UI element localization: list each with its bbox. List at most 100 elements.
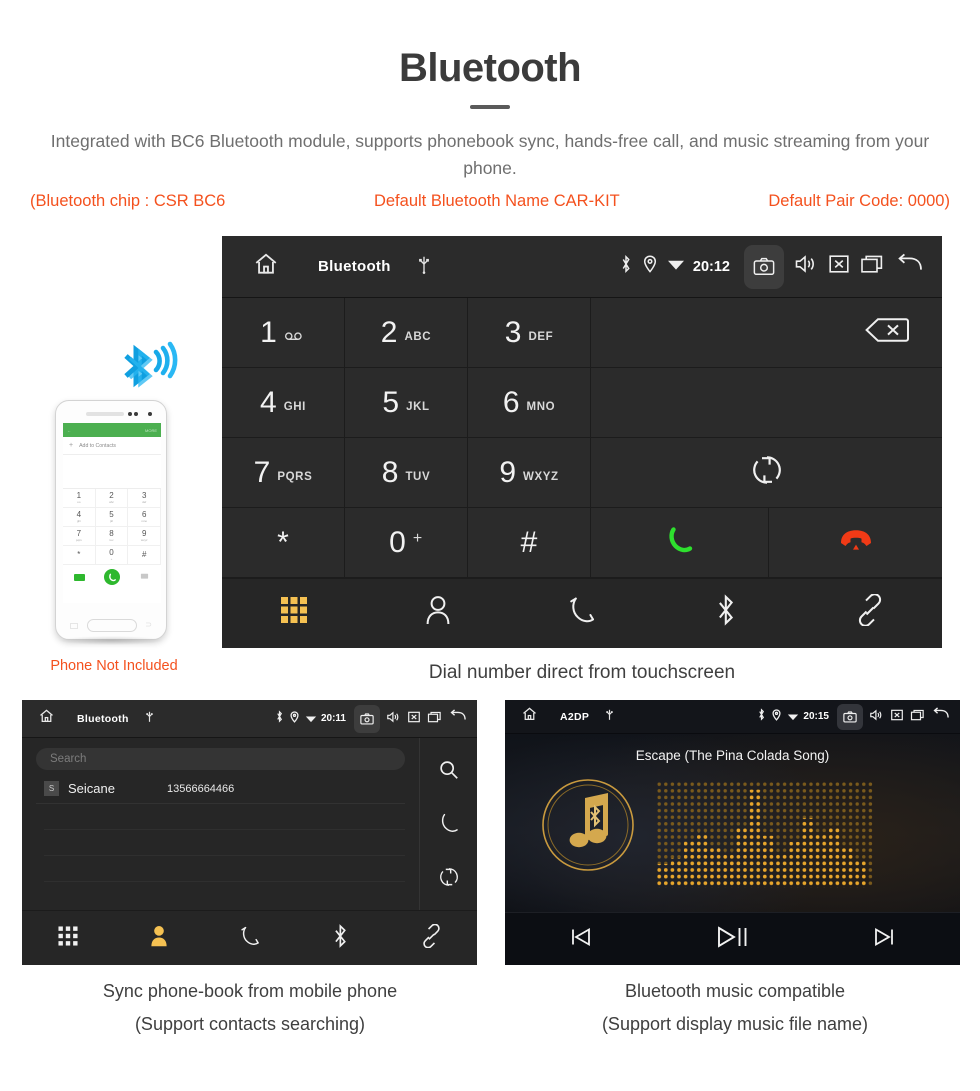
nav-keypad[interactable]	[22, 925, 113, 952]
nav-keypad[interactable]	[222, 595, 366, 630]
product-feature-page: Bluetooth Integrated with BC6 Bluetooth …	[0, 0, 980, 1091]
phone-key[interactable]: *	[63, 546, 96, 565]
phone-key-letters: tuv	[109, 538, 114, 542]
key-4[interactable]: 4 GHI	[222, 368, 345, 437]
nav-bluetooth[interactable]	[295, 923, 386, 953]
backspace-button[interactable]	[591, 298, 942, 367]
avatar: S	[44, 781, 59, 796]
sync-icon[interactable]	[438, 866, 460, 893]
next-track-icon	[871, 926, 897, 953]
key-3[interactable]: 3 DEF	[468, 298, 591, 367]
back-arrow-icon[interactable]	[894, 253, 924, 280]
phonebook-body: Search S Seicane 13566664466	[22, 738, 477, 910]
volume-icon[interactable]	[869, 708, 884, 726]
key-7[interactable]: 7 PQRS	[222, 438, 345, 507]
call-icon[interactable]	[438, 812, 460, 839]
call-button[interactable]	[591, 508, 769, 577]
keypad-row: * 0 + #	[222, 508, 942, 578]
phone-key[interactable]: 4 ghi	[63, 508, 96, 527]
recent-apps-icon[interactable]	[860, 254, 884, 279]
key-9[interactable]: 9 WXYZ	[468, 438, 591, 507]
phone-video-call-button[interactable]	[63, 573, 96, 581]
hangup-button[interactable]	[769, 508, 942, 577]
close-box-icon[interactable]	[890, 708, 904, 726]
nav-unlink[interactable]	[798, 593, 942, 631]
nav-bluetooth[interactable]	[654, 594, 798, 631]
contacts-icon	[148, 924, 170, 953]
phonebook-caption-line2: (Support contacts searching)	[134, 1014, 366, 1034]
bluetooth-icon	[332, 923, 349, 953]
phone-key[interactable]: 8 tuv	[95, 527, 129, 546]
phone-key-digit: 5	[109, 510, 114, 519]
key-0[interactable]: 0 +	[345, 508, 468, 577]
phone-key-letters: def	[142, 500, 147, 504]
phone-key[interactable]: 0 +	[95, 546, 129, 565]
phone-key[interactable]: 6 mno	[128, 508, 161, 527]
key-1[interactable]: 1	[222, 298, 345, 367]
phone-key[interactable]: 3 def	[128, 489, 161, 508]
phone-key[interactable]: 5 jkl	[95, 508, 129, 527]
key-star[interactable]: *	[222, 508, 345, 577]
recent-apps-icon[interactable]	[910, 708, 925, 726]
camera-icon[interactable]	[837, 703, 863, 730]
nav-call-history[interactable]	[204, 925, 295, 952]
call-history-icon	[567, 595, 597, 630]
key-digit: 1	[260, 315, 277, 349]
key-5[interactable]: 5 JKL	[345, 368, 468, 437]
spec-paircode: Default Pair Code: 0000)	[768, 192, 950, 210]
bluetooth-icon	[714, 594, 738, 631]
usb-icon	[605, 708, 614, 726]
wifi-icon	[667, 257, 685, 276]
recent-apps-icon[interactable]	[427, 710, 442, 728]
previous-track-button[interactable]	[505, 926, 657, 953]
call-transfer-button[interactable]	[591, 438, 942, 507]
bluetooth-icon	[757, 707, 766, 726]
nav-call-history[interactable]	[510, 595, 654, 630]
close-box-icon[interactable]	[407, 710, 421, 728]
video-call-icon	[73, 573, 85, 581]
phone-call-button[interactable]	[96, 569, 129, 585]
volume-icon[interactable]	[386, 710, 401, 728]
key-letters: ABC	[404, 331, 432, 343]
bluetooth-icon	[275, 709, 284, 728]
volume-icon[interactable]	[794, 254, 818, 279]
phone-key[interactable]: 7 pqrs	[63, 527, 96, 546]
key-8[interactable]: 8 TUV	[345, 438, 468, 507]
song-title: Escape (The Pina Colada Song)	[635, 748, 830, 763]
usb-icon	[417, 254, 431, 279]
nav-contacts[interactable]	[366, 594, 510, 631]
key-6[interactable]: 6 MNO	[468, 368, 591, 437]
unlink-icon	[853, 593, 887, 631]
key-letters: JKL	[406, 401, 430, 413]
search-input[interactable]: Search	[36, 748, 405, 770]
play-pause-button[interactable]	[657, 925, 809, 954]
key-2[interactable]: 2 ABC	[345, 298, 468, 367]
camera-icon[interactable]	[744, 244, 784, 289]
phone-key-digit: 7	[76, 529, 82, 538]
phone-key[interactable]: 2 abc	[95, 489, 129, 508]
home-icon[interactable]	[252, 251, 280, 282]
equalizer-visualizer	[657, 782, 875, 890]
home-icon[interactable]	[38, 708, 55, 729]
phone-add-contacts-row[interactable]: + Add to Contacts	[63, 437, 161, 455]
phone-key[interactable]: #	[128, 546, 161, 565]
backspace-icon	[864, 316, 910, 349]
next-track-button[interactable]	[808, 926, 960, 953]
contact-row[interactable]: S Seicane 13566664466	[36, 774, 405, 804]
back-arrow-icon[interactable]	[931, 707, 950, 726]
back-arrow-icon[interactable]	[448, 709, 467, 728]
wifi-icon	[787, 708, 799, 726]
home-icon[interactable]	[521, 706, 538, 727]
close-box-icon[interactable]	[828, 254, 850, 279]
nav-contacts[interactable]	[113, 924, 204, 953]
key-digit: 9	[499, 455, 517, 489]
search-icon[interactable]	[438, 759, 460, 786]
phone-key-letters: jkl	[110, 519, 113, 523]
phone-key[interactable]: 1 oo	[63, 489, 96, 508]
dialer-status-bar: Bluetooth 20:12	[222, 236, 942, 298]
phone-keyboard-button[interactable]	[128, 568, 161, 586]
key-hash[interactable]: #	[468, 508, 591, 577]
nav-unlink[interactable]	[386, 923, 477, 953]
phone-key[interactable]: 9 wxyz	[128, 527, 161, 546]
camera-icon[interactable]	[354, 704, 380, 733]
